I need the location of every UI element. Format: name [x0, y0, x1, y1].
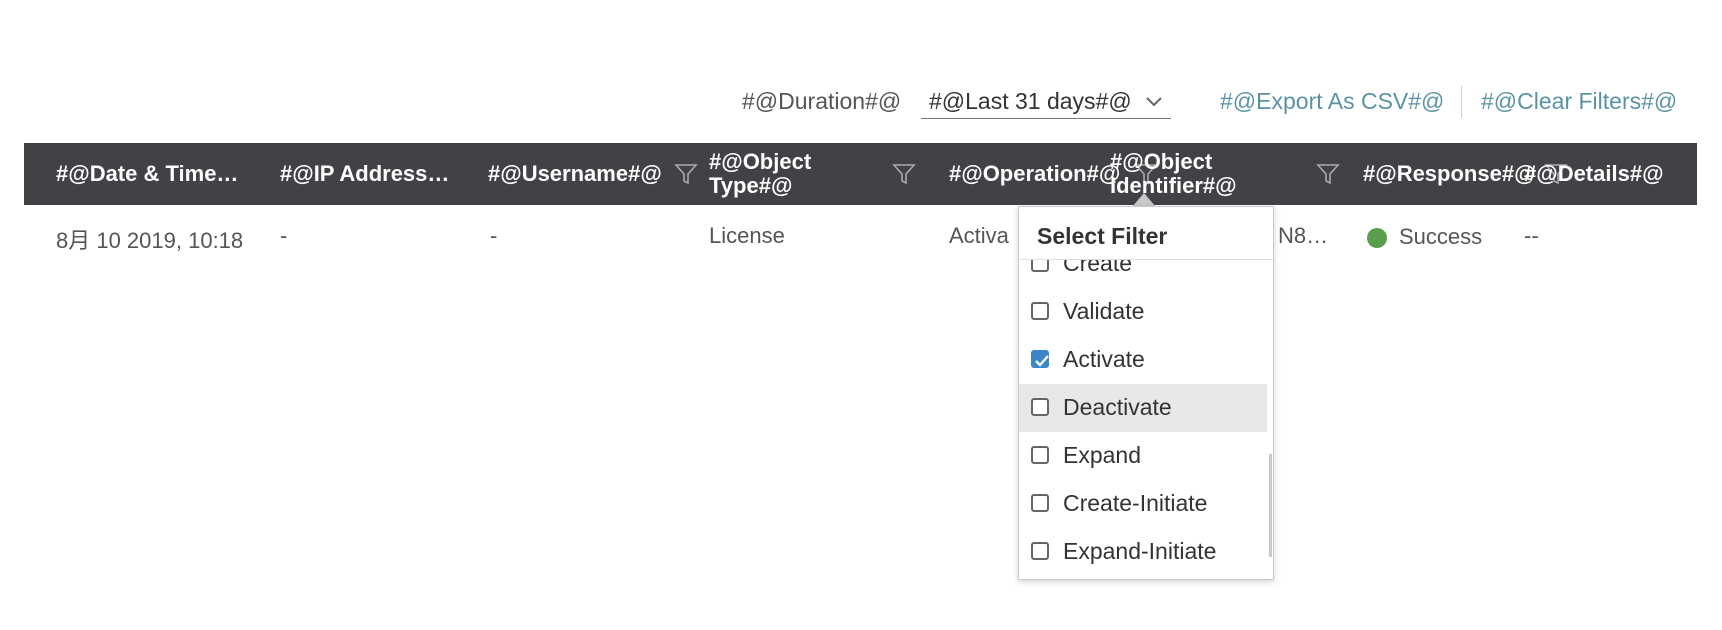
filter-option-deactivate[interactable]: Deactivate	[1019, 384, 1267, 432]
filter-option-activate[interactable]: Activate	[1019, 336, 1267, 384]
filter-option-label: Validate	[1063, 298, 1145, 324]
filter-option-label: Activate	[1063, 346, 1145, 372]
popup-caret	[1132, 193, 1156, 207]
duration-value: #@Last 31 days#@	[929, 88, 1132, 114]
column-header-ip-address[interactable]: #@IP Address…	[280, 143, 450, 205]
filter-icon[interactable]	[892, 162, 916, 186]
filter-option-create-initiate[interactable]: Create-Initiate	[1019, 480, 1267, 528]
column-header-label: #@Details#@	[1524, 161, 1664, 186]
checkbox[interactable]	[1031, 302, 1049, 320]
cell-date-time: 8月 10 2019, 10:18	[56, 228, 244, 253]
filter-popup: Select Filter Create Validate Activate D…	[1018, 206, 1274, 580]
checkbox[interactable]	[1031, 446, 1049, 464]
checkbox[interactable]	[1031, 398, 1049, 416]
cell-ip-address: -	[280, 223, 288, 248]
filter-option-list[interactable]: Create Validate Activate Deactivate Expa…	[1019, 260, 1273, 568]
cell-object-identifier: N8…	[1278, 223, 1329, 248]
filter-option-expand[interactable]: Expand	[1019, 432, 1267, 480]
success-status-icon	[1367, 228, 1387, 248]
column-header-username[interactable]: #@Username#@	[488, 143, 688, 205]
filter-option-label: Deactivate	[1063, 394, 1172, 420]
filter-option-label: Expand-Initiate	[1063, 538, 1217, 564]
column-header-response[interactable]: #@Response#@	[1363, 143, 1536, 205]
filter-option-create[interactable]: Create	[1019, 260, 1267, 288]
column-header-label: #@Response#@	[1363, 161, 1536, 186]
check-icon	[1035, 355, 1049, 367]
export-csv-link[interactable]: #@Export As CSV#@	[1220, 88, 1444, 115]
toolbar-divider	[1461, 86, 1462, 118]
column-header-label: #@Operation#@	[949, 161, 1121, 186]
cell-details: --	[1524, 223, 1539, 248]
table-row[interactable]: 8月 10 2019, 10:18 - - License Activa N8……	[24, 218, 1697, 258]
filter-option-label: Create	[1063, 260, 1133, 276]
column-header-label: #@Object Identifier#@	[1110, 149, 1237, 198]
toolbar: #@Duration#@ #@Last 31 days#@ #@Export A…	[0, 76, 1722, 126]
column-header-label: #@Object Type#@	[709, 149, 812, 198]
filter-icon[interactable]	[1316, 162, 1340, 186]
column-header-label: #@Date & Time…	[56, 161, 239, 186]
cell-operation: Activa	[949, 223, 1009, 248]
checkbox[interactable]	[1031, 260, 1049, 272]
column-header-details[interactable]: #@Details#@	[1524, 143, 1684, 205]
cell-username: -	[490, 223, 498, 248]
column-header-label: #@IP Address…	[280, 161, 450, 186]
column-header-object-type[interactable]: #@Object Type#@	[709, 143, 859, 205]
checkbox[interactable]	[1031, 542, 1049, 560]
chevron-down-icon	[1146, 97, 1162, 107]
checkbox-checked[interactable]	[1031, 350, 1049, 368]
filter-icon[interactable]	[674, 162, 698, 186]
scrollbar[interactable]	[1269, 454, 1272, 557]
table-header: #@Date & Time… #@IP Address… #@Username#…	[24, 143, 1697, 205]
column-header-label: #@Username#@	[488, 161, 662, 186]
popup-title: Select Filter	[1037, 223, 1168, 249]
filter-option-validate[interactable]: Validate	[1019, 288, 1267, 336]
clear-filters-link[interactable]: #@Clear Filters#@	[1481, 88, 1677, 115]
duration-select[interactable]: #@Last 31 days#@	[921, 82, 1171, 119]
checkbox[interactable]	[1031, 494, 1049, 512]
filter-option-expand-initiate[interactable]: Expand-Initiate	[1019, 528, 1267, 568]
cell-object-type: License	[709, 223, 785, 248]
filter-option-label: Create-Initiate	[1063, 490, 1208, 516]
duration-label: #@Duration#@	[742, 88, 902, 114]
column-header-date-time[interactable]: #@Date & Time…	[56, 143, 246, 205]
filter-option-label: Expand	[1063, 442, 1142, 468]
cell-response: Success	[1399, 224, 1483, 249]
